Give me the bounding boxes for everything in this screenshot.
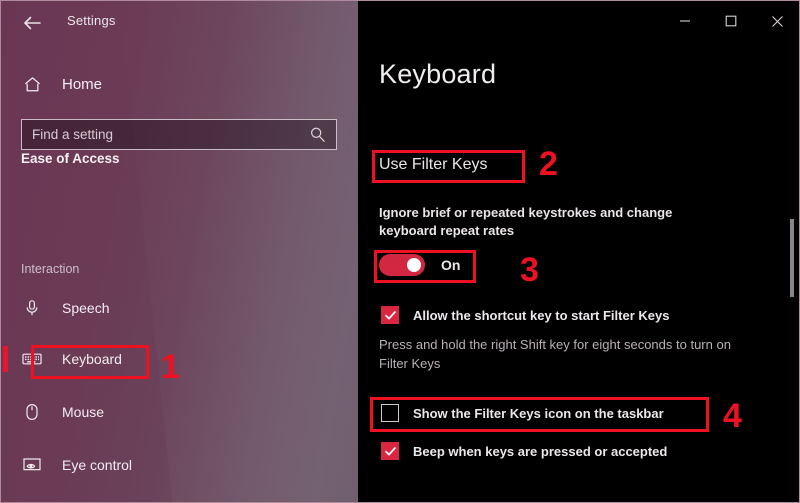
search-box[interactable] [21,119,337,150]
toggle-knob [407,258,421,272]
sidebar-group-title: Interaction [21,262,80,276]
vertical-scrollbar-thumb[interactable] [790,219,794,297]
eye-control-icon [19,452,45,478]
sidebar-item-eye-control[interactable]: Eye control [1,449,358,481]
sidebar-item-mouse[interactable]: Mouse [1,396,358,428]
checkbox-checked-icon[interactable] [381,442,399,460]
sidebar: Settings Home Ease of Access Interaction [1,1,358,502]
beep-when-keys-label: Beep when keys are pressed or accepted [413,443,668,459]
keyboard-icon [19,346,45,372]
search-input[interactable] [22,127,304,142]
sidebar-item-eye-control-label: Eye control [62,457,133,473]
minimize-button[interactable] [662,1,708,41]
sidebar-item-keyboard-label: Keyboard [62,351,122,367]
back-arrow-icon[interactable] [19,10,45,36]
settings-window: Settings Home Ease of Access Interaction [0,0,800,503]
show-filter-keys-icon-checkbox-row[interactable]: Show the Filter Keys icon on the taskbar [381,404,664,422]
filter-keys-toggle[interactable]: On [379,254,460,276]
close-button[interactable] [754,1,799,41]
use-filter-keys-heading: Use Filter Keys [379,156,488,173]
sidebar-item-speech[interactable]: Speech [1,292,358,324]
show-filter-keys-icon-label: Show the Filter Keys icon on the taskbar [413,405,664,421]
sidebar-titlebar: Settings [1,1,358,45]
window-title: Settings [67,13,116,28]
sidebar-item-speech-label: Speech [62,300,110,316]
sidebar-item-mouse-label: Mouse [62,404,105,420]
toggle-track[interactable] [379,254,425,276]
home-icon [19,71,45,97]
microphone-icon [19,295,45,321]
search-icon[interactable] [304,122,330,148]
sidebar-item-keyboard[interactable]: Keyboard [1,343,358,375]
sidebar-item-home[interactable]: Home [1,69,358,99]
page-title: Keyboard [379,59,497,89]
maximize-button[interactable] [708,1,754,41]
sidebar-section-title: Ease of Access [21,151,120,166]
beep-when-keys-checkbox-row[interactable]: Beep when keys are pressed or accepted [381,442,667,460]
toggle-state-label: On [441,257,461,273]
allow-shortcut-key-checkbox-row[interactable]: Allow the shortcut key to start Filter K… [381,306,669,324]
window-controls [662,1,799,41]
main-content: Keyboard Use Filter Keys Ignore brief or… [359,1,799,502]
sidebar-item-home-label: Home [62,75,103,93]
filter-keys-description: Ignore brief or repeated keystrokes and … [379,205,673,238]
mouse-icon [19,399,45,425]
checkbox-checked-icon[interactable] [381,306,399,324]
filter-keys-hint: Press and hold the right Shift key for e… [379,337,731,371]
allow-shortcut-key-label: Allow the shortcut key to start Filter K… [413,307,670,323]
checkbox-unchecked-icon[interactable] [381,404,399,422]
